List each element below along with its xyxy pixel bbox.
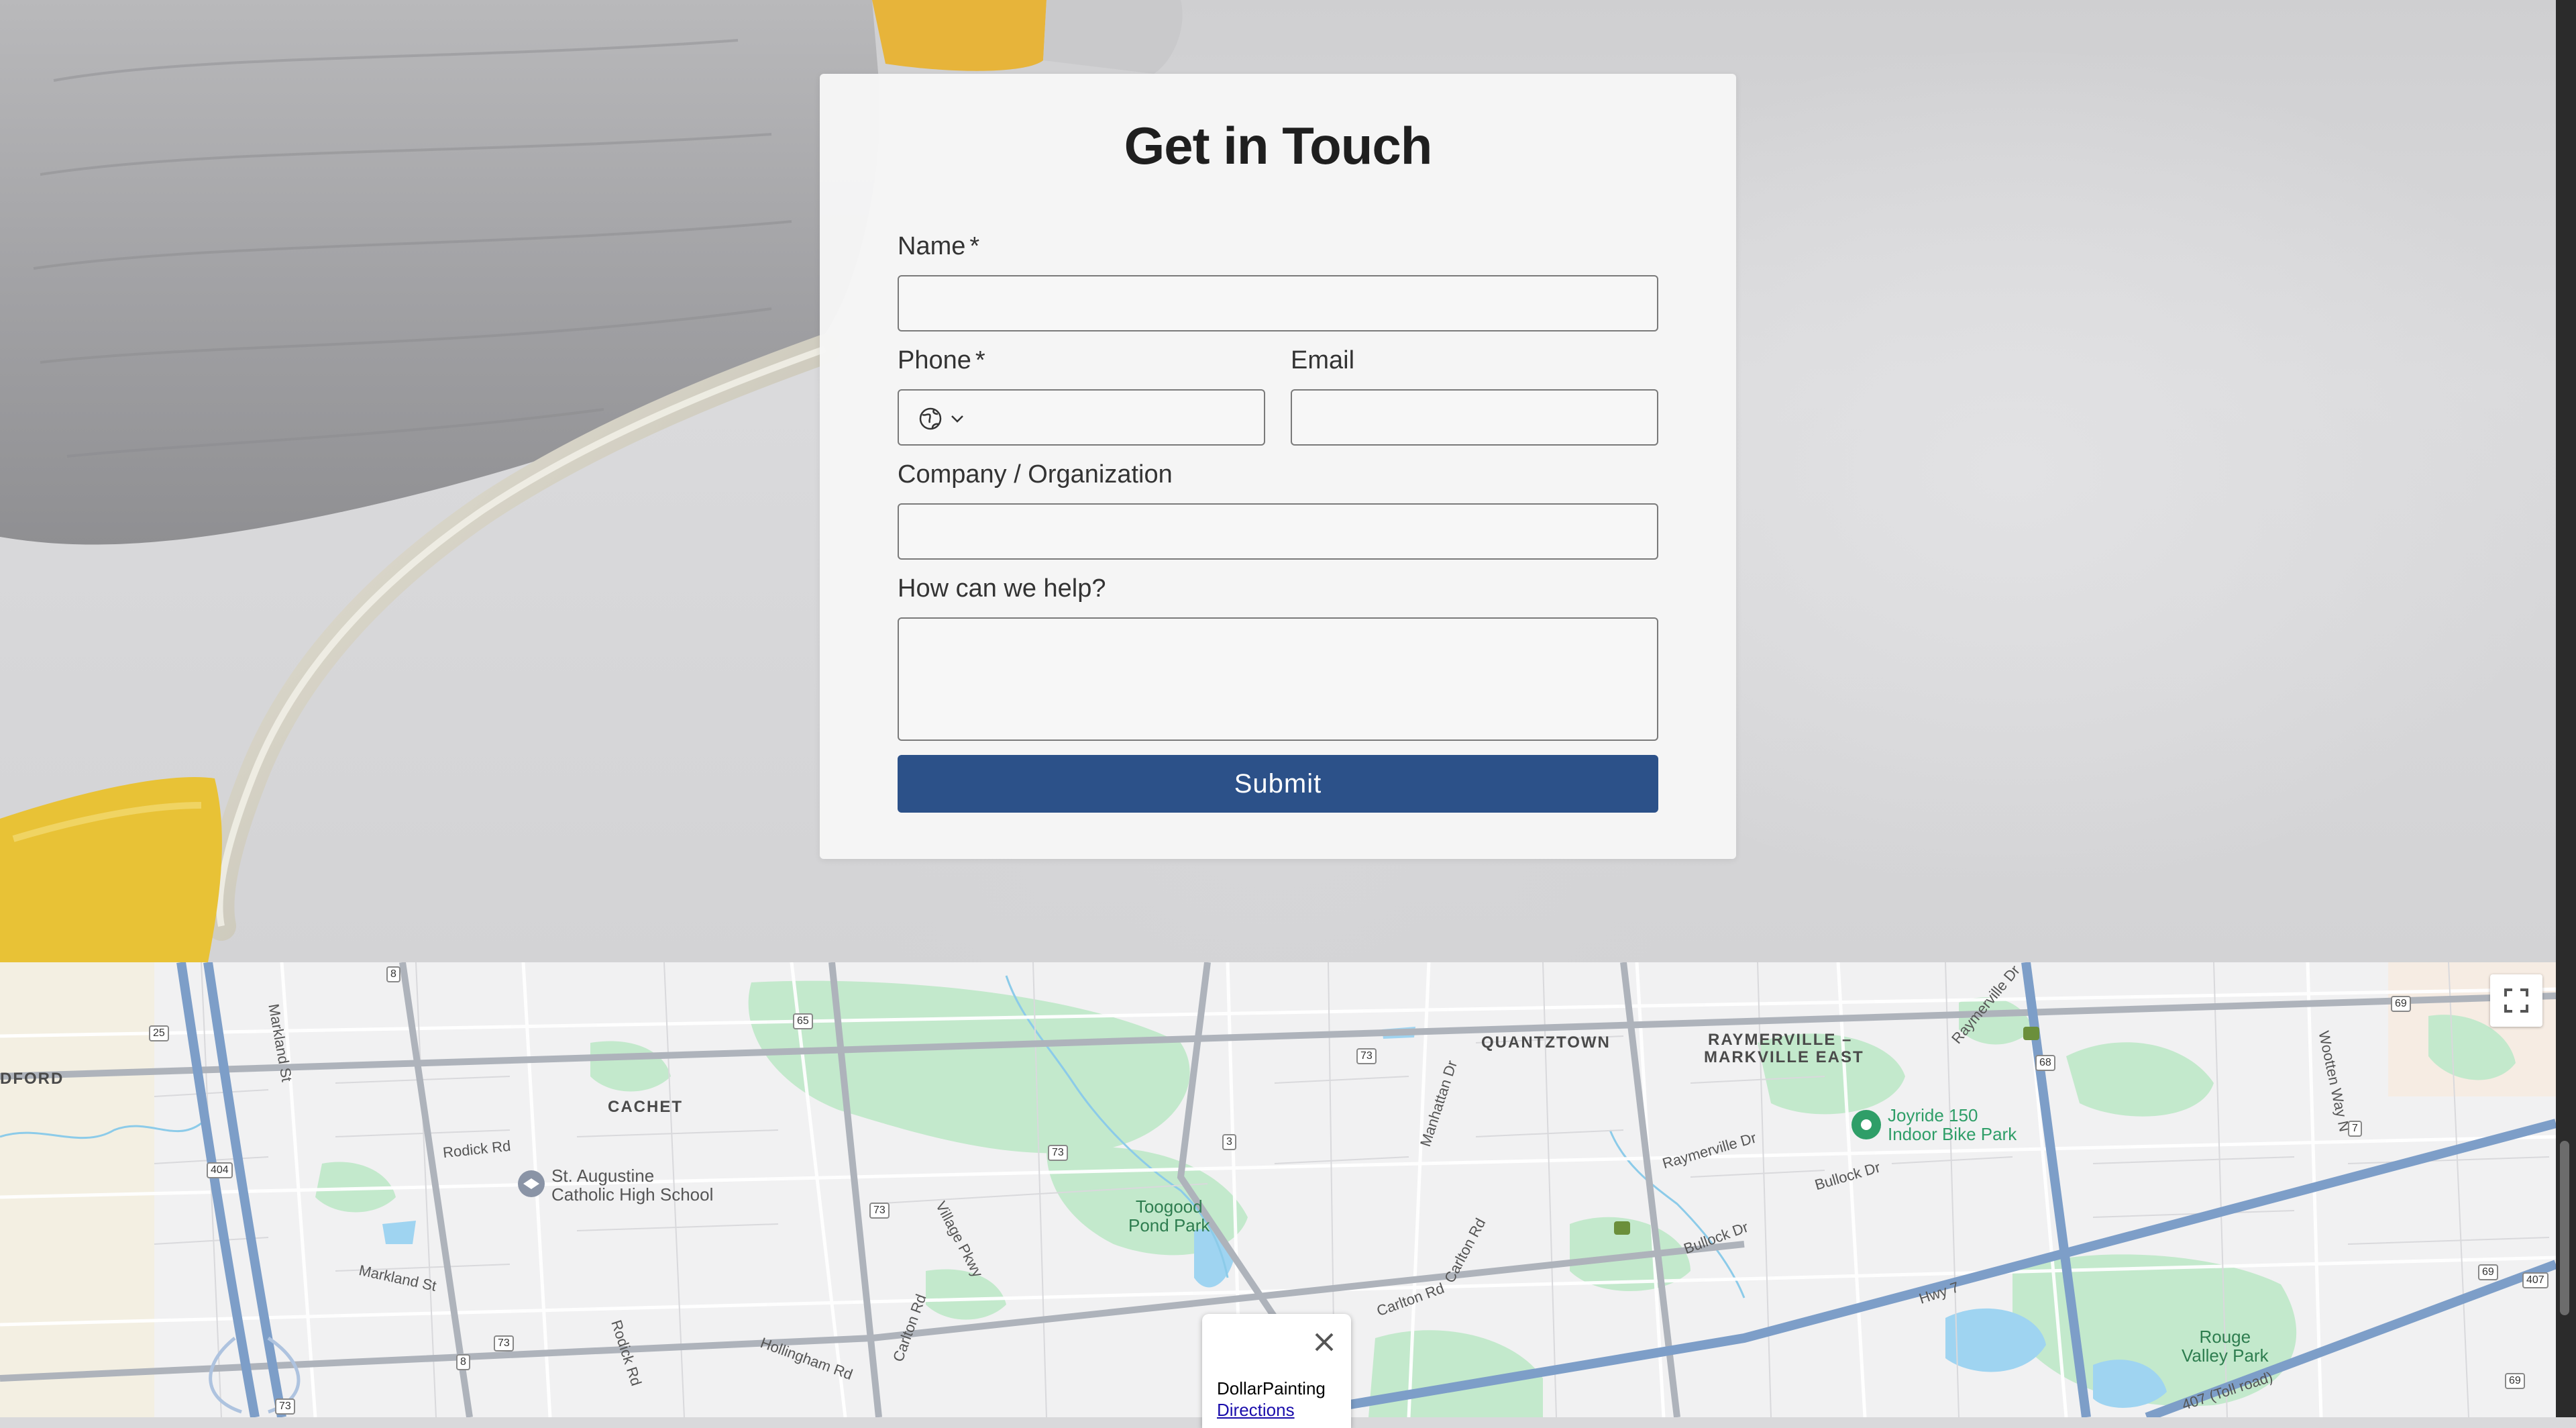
company-label: Company / Organization bbox=[898, 460, 1173, 489]
route-shield: 7 bbox=[2348, 1121, 2362, 1137]
map-poi-line: Indoor Bike Park bbox=[1888, 1124, 2017, 1144]
info-window-title: DollarPainting bbox=[1217, 1378, 1326, 1398]
contact-form-card: Get in Touch Name * Phone * Email Company … bbox=[820, 74, 1736, 859]
phone-label-text: Phone bbox=[898, 346, 971, 374]
form-title: Get in Touch bbox=[1124, 116, 1433, 175]
phone-label: Phone * bbox=[898, 346, 985, 375]
route-shield: 407 bbox=[2522, 1272, 2548, 1288]
required-mark: * bbox=[975, 346, 985, 374]
route-shield: 69 bbox=[2505, 1373, 2525, 1389]
map-neighbourhood-label: QUANTZTOWN bbox=[1481, 1033, 1611, 1052]
map-poi-line: Toogood bbox=[1135, 1196, 1203, 1217]
route-shield: 25 bbox=[149, 1025, 169, 1041]
map-poi-line: Catholic High School bbox=[551, 1184, 714, 1205]
map-poi-line: Rouge bbox=[2199, 1327, 2251, 1347]
route-shield: 73 bbox=[1048, 1145, 1068, 1161]
route-shield: 73 bbox=[869, 1203, 890, 1219]
globe-icon bbox=[919, 407, 942, 430]
route-shield: 404 bbox=[207, 1162, 233, 1178]
map-info-window: DollarPainting Directions bbox=[1202, 1314, 1351, 1428]
school-icon bbox=[518, 1170, 545, 1197]
map-poi-line: Pond Park bbox=[1128, 1215, 1210, 1235]
map-neighbourhood-label: CACHET bbox=[608, 1098, 683, 1116]
submit-button[interactable]: Submit bbox=[898, 755, 1658, 813]
phone-input[interactable] bbox=[898, 389, 1265, 446]
map-fullscreen-button[interactable] bbox=[2490, 974, 2542, 1027]
map-neighbourhood-label: DFORD bbox=[0, 1070, 64, 1088]
country-code-picker[interactable] bbox=[918, 404, 978, 434]
name-label: Name * bbox=[898, 232, 979, 261]
route-shield: 8 bbox=[386, 966, 400, 982]
route-shield: 73 bbox=[1356, 1048, 1377, 1064]
route-shield: 69 bbox=[2391, 996, 2411, 1012]
map-poi-label: St. Augustine Catholic High School bbox=[551, 1166, 713, 1204]
map-poi-line: Valley Park bbox=[2182, 1345, 2269, 1366]
help-label: How can we help? bbox=[898, 574, 1106, 603]
email-label: Email bbox=[1291, 346, 1355, 374]
route-shield: 73 bbox=[275, 1398, 295, 1415]
route-shield: 73 bbox=[494, 1335, 514, 1352]
map-poi-label: Rouge Valley Park bbox=[2182, 1327, 2269, 1365]
page-scrollbar-thumb[interactable] bbox=[2560, 1141, 2569, 1315]
help-textarea[interactable] bbox=[898, 617, 1658, 741]
route-shield: 8 bbox=[456, 1354, 470, 1370]
map-neighbourhood-label: RAYMERVILLE – bbox=[1708, 1031, 1853, 1049]
email-input[interactable] bbox=[1291, 389, 1658, 446]
info-window-close-button[interactable] bbox=[1312, 1330, 1336, 1354]
route-shield: 68 bbox=[2035, 1055, 2055, 1071]
map-poi-label[interactable]: Joyride 150 Indoor Bike Park bbox=[1888, 1106, 2017, 1143]
map-pin-icon[interactable] bbox=[1851, 1110, 1881, 1139]
required-mark: * bbox=[969, 232, 980, 260]
fullscreen-icon bbox=[2504, 988, 2528, 1013]
close-icon bbox=[1315, 1333, 1334, 1352]
map-poi-line: Joyride 150 bbox=[1888, 1105, 1978, 1125]
map-neighbourhood-label: MARKVILLE EAST bbox=[1704, 1048, 1864, 1066]
route-shield: 69 bbox=[2478, 1264, 2498, 1280]
chevron-down-icon bbox=[951, 415, 963, 423]
name-label-text: Name bbox=[898, 232, 966, 260]
map-poi-line: St. Augustine bbox=[551, 1166, 655, 1186]
name-input[interactable] bbox=[898, 275, 1658, 332]
directions-link[interactable]: Directions bbox=[1217, 1400, 1295, 1421]
map-poi-label: Toogood Pond Park bbox=[1128, 1197, 1210, 1235]
company-input[interactable] bbox=[898, 503, 1658, 560]
route-shield: 3 bbox=[1222, 1134, 1236, 1150]
route-shield: 65 bbox=[793, 1013, 813, 1029]
